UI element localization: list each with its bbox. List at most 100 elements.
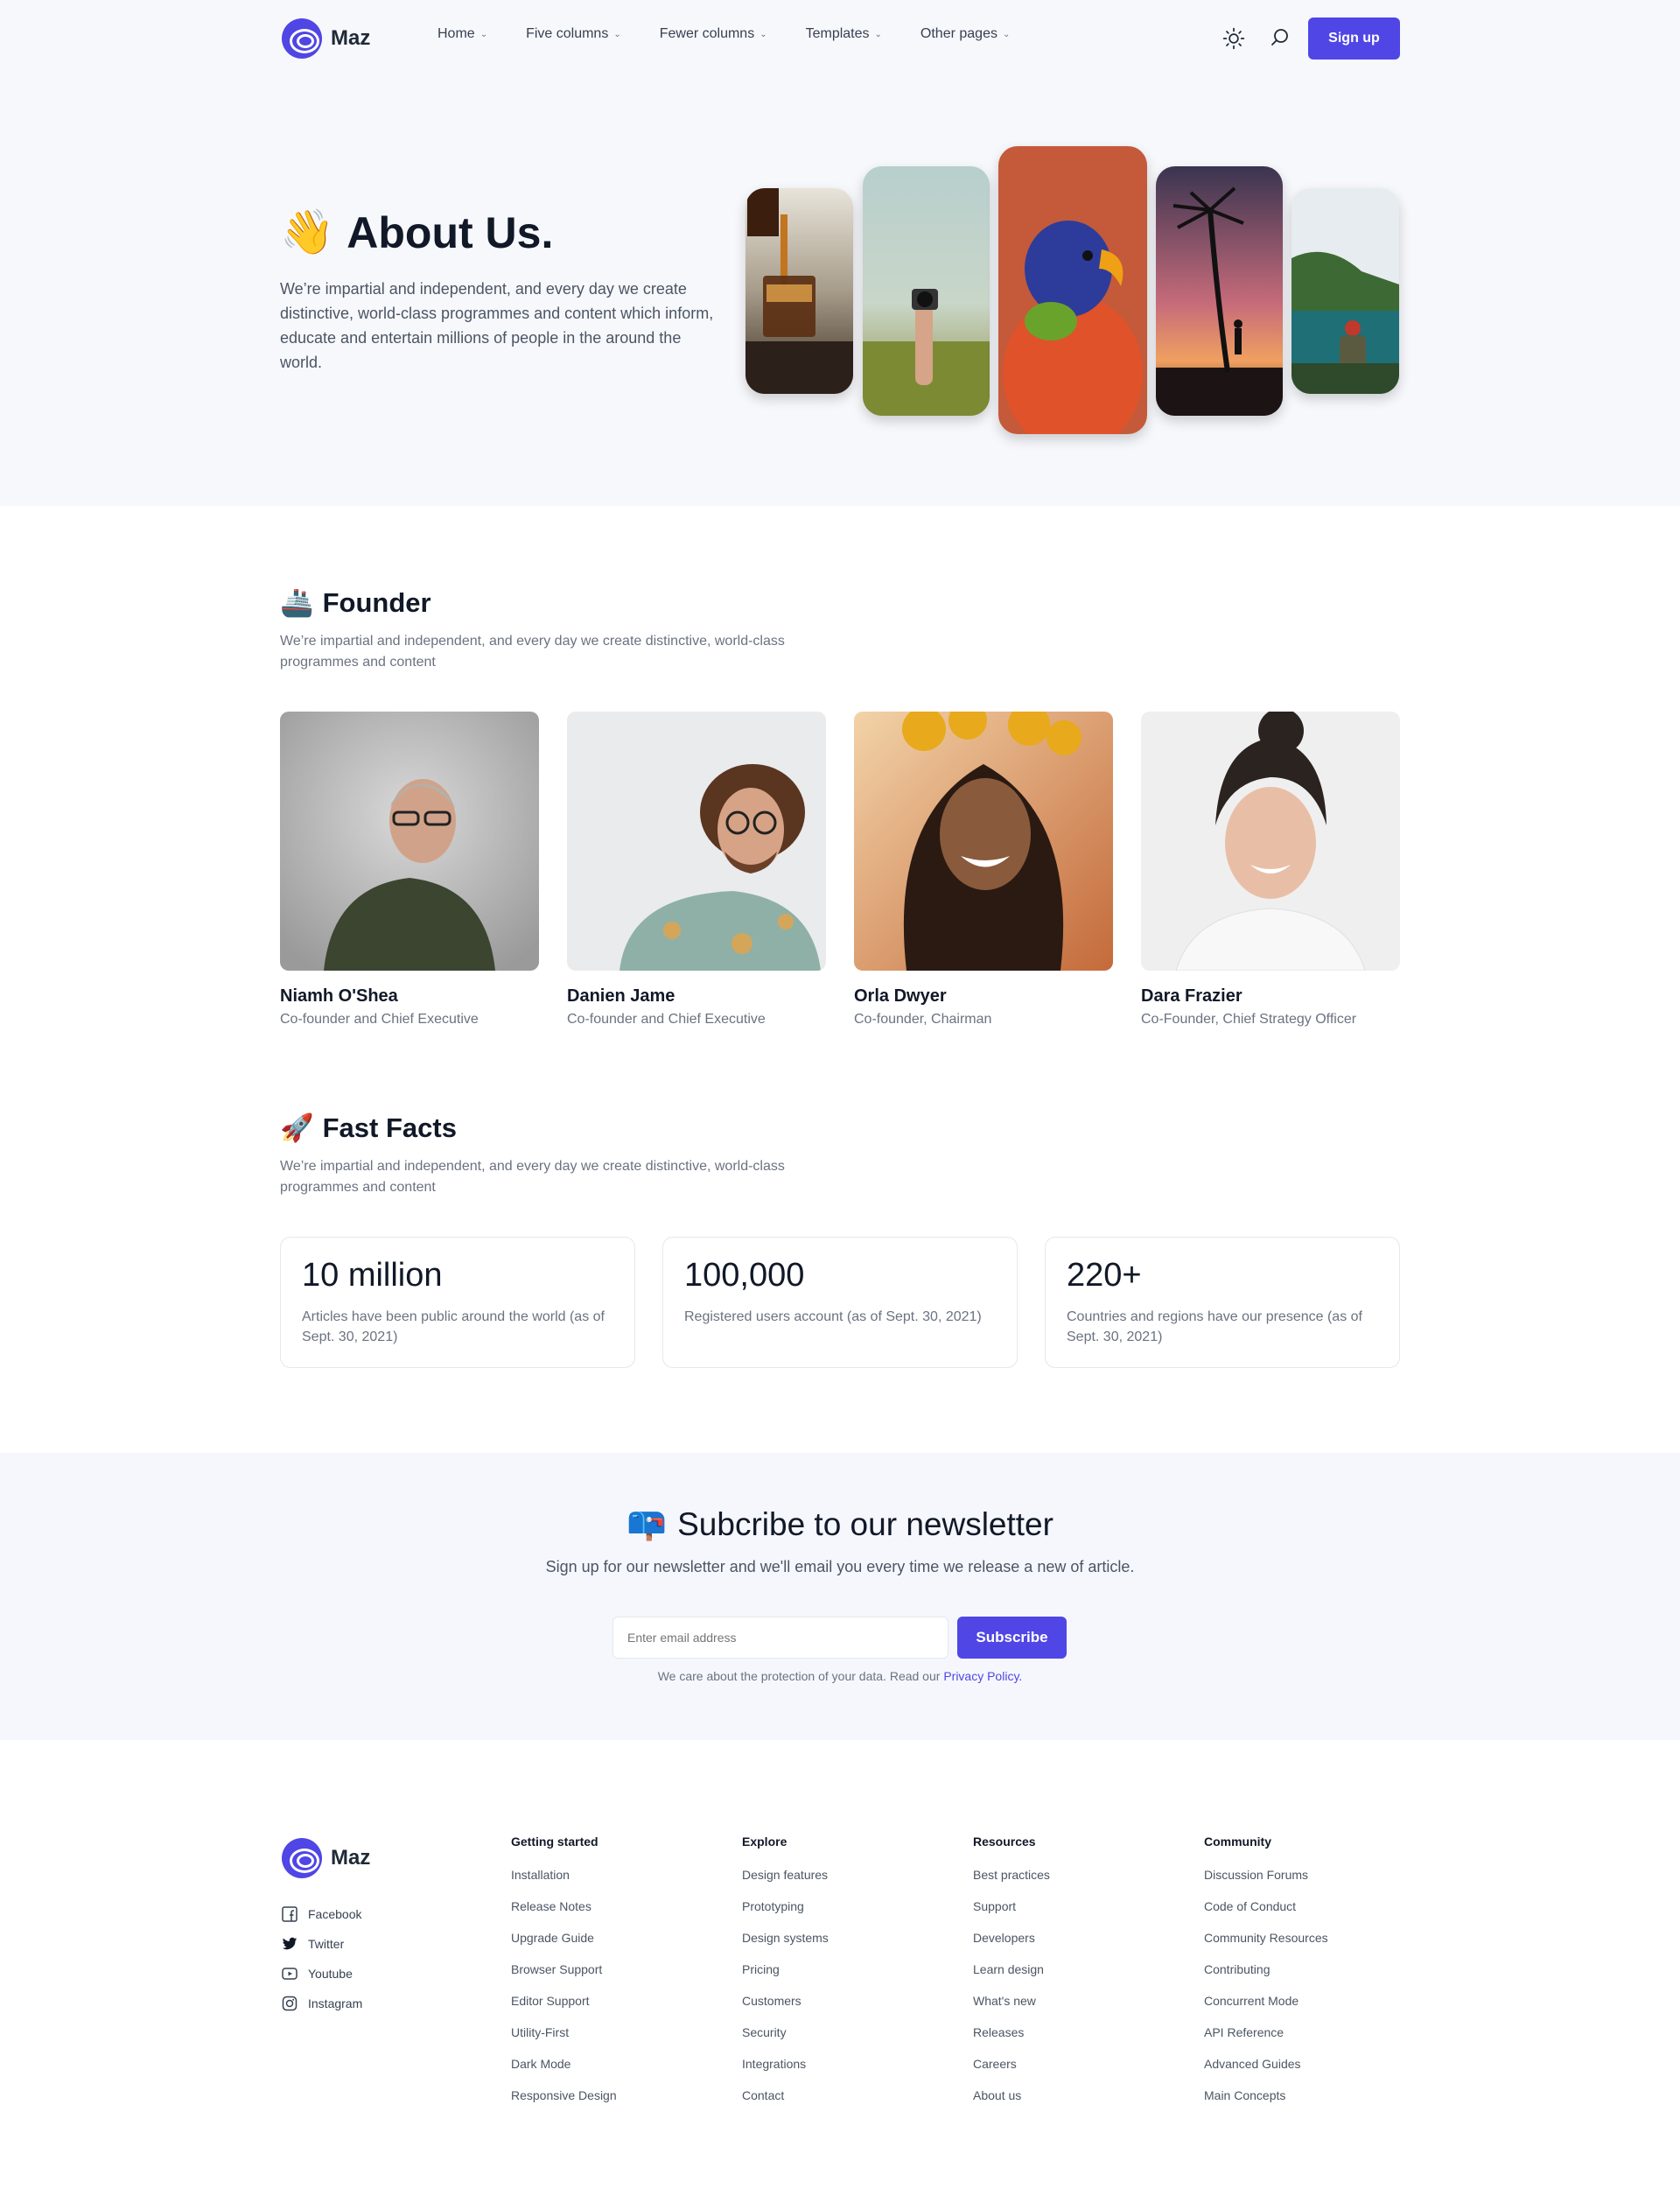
rocket-icon: 🚀 — [280, 1112, 314, 1143]
fact-text: Countries and regions have our presence … — [1067, 1309, 1362, 1344]
footer-link[interactable]: Dark Mode — [511, 2057, 617, 2088]
youtube-icon — [282, 1968, 298, 1980]
mailbox-icon: 📪 — [626, 1505, 668, 1541]
search-button[interactable] — [1267, 25, 1293, 51]
fact-text: Articles have been public around the wor… — [302, 1309, 605, 1344]
footer-link[interactable]: Prototyping — [742, 1899, 829, 1931]
footer-link[interactable]: Utility-First — [511, 2025, 617, 2057]
founder-name: Dara Frazier — [1141, 986, 1242, 1006]
section-title: Fast Facts — [322, 1112, 457, 1143]
footer-link[interactable]: Design systems — [742, 1931, 829, 1962]
nav-label: Five columns — [526, 26, 609, 41]
founder-photo — [1141, 712, 1400, 971]
founder-card[interactable]: Danien Jame Co-founder and Chief Executi… — [567, 712, 826, 1028]
footer-link[interactable]: Discussion Forums — [1204, 1868, 1328, 1899]
footer-logo[interactable]: Maz — [282, 1838, 370, 1878]
email-field[interactable] — [612, 1617, 948, 1659]
nav-label: Home — [438, 26, 475, 41]
founder-card[interactable]: Dara Frazier Co-Founder, Chief Strategy … — [1141, 712, 1400, 1028]
footer-link[interactable]: Support — [973, 1899, 1050, 1931]
nav-item-fewer-columns[interactable]: Fewer columns ⌄ — [660, 26, 767, 42]
footer-column-title: Community — [1204, 1835, 1271, 1849]
chevron-down-icon: ⌄ — [480, 29, 488, 39]
hero-section: 👋 About Us. We’re impartial and independ… — [0, 77, 1680, 506]
footer-link[interactable]: API Reference — [1204, 2025, 1328, 2057]
footer-link[interactable]: About us — [973, 2088, 1050, 2120]
footer-column-getting-started: Getting started Installation Release Not… — [511, 1835, 617, 2120]
footer-column-resources: Resources Best practices Support Develop… — [973, 1835, 1050, 2120]
social-link-instagram[interactable]: Instagram — [282, 1996, 362, 2011]
social-link-youtube[interactable]: Youtube — [282, 1966, 353, 1982]
footer-link[interactable]: What's new — [973, 1994, 1050, 2025]
footer-link[interactable]: Pricing — [742, 1962, 829, 1994]
footer-column-community: Community Discussion Forums Code of Cond… — [1204, 1835, 1328, 2120]
nav-label: Other pages — [920, 26, 998, 41]
founder-card[interactable]: Niamh O'Shea Co-founder and Chief Execut… — [280, 712, 539, 1028]
footer-link[interactable]: Installation — [511, 1868, 617, 1899]
privacy-policy-link[interactable]: Privacy Policy. — [943, 1669, 1022, 1683]
footer-link[interactable]: Security — [742, 2025, 829, 2057]
social-label: Youtube — [308, 1967, 353, 1981]
nav-label: Fewer columns — [659, 26, 755, 41]
footer-link[interactable]: Responsive Design — [511, 2088, 617, 2120]
fact-value: 10 million — [302, 1257, 443, 1294]
footer-link[interactable]: Best practices — [973, 1868, 1050, 1899]
footer-link[interactable]: Main Concepts — [1204, 2088, 1328, 2120]
brand-name: Maz — [331, 1846, 371, 1870]
footer-link[interactable]: Browser Support — [511, 1962, 617, 1994]
footer-link[interactable]: Careers — [973, 2057, 1050, 2088]
subscribe-button[interactable]: Subscribe — [957, 1617, 1067, 1659]
footer-link[interactable]: Code of Conduct — [1204, 1899, 1328, 1931]
footer-link[interactable]: Developers — [973, 1931, 1050, 1962]
logo-icon — [282, 1838, 322, 1878]
social-link-twitter[interactable]: Twitter — [282, 1936, 344, 1952]
footer-link[interactable]: Contact — [742, 2088, 829, 2120]
site-header: Maz Home ⌄ Five columns ⌄ Fewer columns ⌄ T… — [0, 0, 1680, 77]
fact-value: 220+ — [1067, 1257, 1142, 1294]
page-title: About Us. — [346, 207, 554, 257]
footer-link[interactable]: Customers — [742, 1994, 829, 2025]
signup-button[interactable]: Sign up — [1308, 18, 1400, 60]
founder-description: We’re impartial and independent, and eve… — [280, 634, 785, 670]
footer-link[interactable]: Contributing — [1204, 1962, 1328, 1994]
footer-link[interactable]: Editor Support — [511, 1994, 617, 2025]
footer-link[interactable]: Release Notes — [511, 1899, 617, 1931]
social-link-facebook[interactable]: Facebook — [282, 1906, 361, 1922]
facebook-icon — [282, 1906, 298, 1922]
footer-column-title: Explore — [742, 1835, 788, 1849]
footer-link[interactable]: Learn design — [973, 1962, 1050, 1994]
privacy-note: We care about the protection of your dat… — [0, 1669, 1680, 1683]
brand-logo[interactable]: Maz — [282, 18, 370, 59]
footer-link[interactable]: Upgrade Guide — [511, 1931, 617, 1962]
fast-facts-description: We’re impartial and independent, and eve… — [280, 1159, 785, 1195]
hero-image-palm-sunset — [1156, 166, 1283, 416]
founder-photo — [854, 712, 1113, 971]
footer-link[interactable]: Releases — [973, 2025, 1050, 2057]
founder-photo — [280, 712, 539, 971]
footer-column-explore: Explore Design features Prototyping Desi… — [742, 1835, 829, 2120]
logo-icon — [282, 18, 322, 59]
footer-link[interactable]: Design features — [742, 1868, 829, 1899]
chevron-down-icon: ⌄ — [613, 29, 621, 39]
nav-item-other-pages[interactable]: Other pages ⌄ — [920, 26, 1010, 42]
footer-link[interactable]: Advanced Guides — [1204, 2057, 1328, 2088]
footer-column-title: Resources — [973, 1835, 1036, 1849]
footer-link[interactable]: Integrations — [742, 2057, 829, 2088]
chevron-down-icon: ⌄ — [760, 29, 767, 39]
footer-link[interactable]: Concurrent Mode — [1204, 1994, 1328, 2025]
newsletter-description: Sign up for our newsletter and we'll ema… — [545, 1558, 1135, 1575]
footer-link[interactable]: Community Resources — [1204, 1931, 1328, 1962]
founder-card[interactable]: Orla Dwyer Co-founder, Chairman — [854, 712, 1113, 1028]
founder-heading: 🚢 Founder — [280, 586, 431, 619]
nav-item-home[interactable]: Home ⌄ — [438, 26, 487, 42]
hero-description: We’re impartial and independent, and eve… — [280, 280, 714, 371]
hero-heading: 👋 About Us. — [280, 207, 553, 258]
chevron-down-icon: ⌄ — [874, 29, 882, 39]
privacy-note-text: We care about the protection of your dat… — [657, 1669, 941, 1683]
founder-role: Co-founder and Chief Executive — [280, 1012, 479, 1027]
nav-item-templates[interactable]: Templates ⌄ — [806, 26, 882, 42]
search-icon — [1271, 29, 1288, 46]
ship-icon: 🚢 — [280, 587, 314, 618]
nav-item-five-columns[interactable]: Five columns ⌄ — [526, 26, 621, 42]
theme-toggle-button[interactable] — [1221, 25, 1247, 52]
